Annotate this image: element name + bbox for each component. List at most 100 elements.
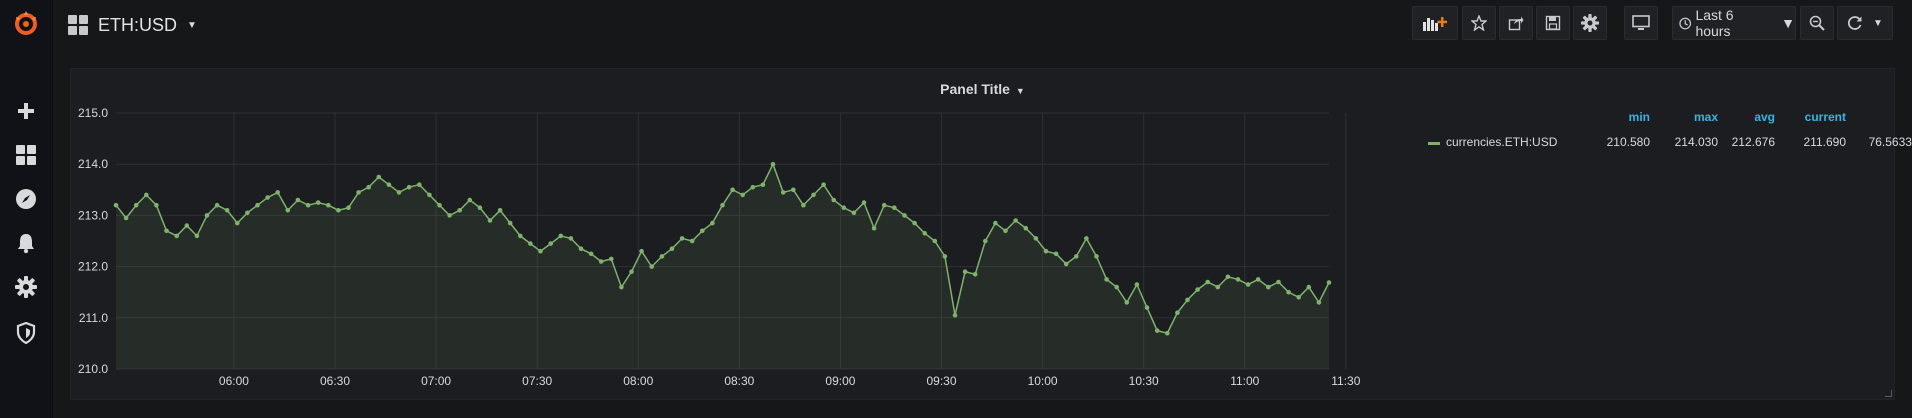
plus-icon[interactable]: [11, 96, 41, 126]
data-point: [962, 269, 968, 274]
data-point: [184, 223, 190, 228]
zoom-out-button[interactable]: [1800, 6, 1834, 40]
bell-icon[interactable]: [11, 228, 41, 258]
data-point: [497, 208, 503, 213]
time-range-picker[interactable]: Last 6 hours ▼: [1672, 6, 1796, 40]
caret-down-icon: ▼: [187, 19, 197, 31]
legend-max-value: 214.030: [1674, 135, 1718, 149]
add-panel-button[interactable]: [1412, 6, 1458, 40]
data-point: [1225, 274, 1231, 280]
data-point: [356, 190, 361, 195]
data-point: [366, 184, 372, 190]
grafana-logo-icon[interactable]: [11, 8, 41, 38]
x-tick-label: 08:30: [724, 374, 754, 388]
data-point: [315, 200, 321, 205]
data-point: [427, 192, 432, 198]
data-point: [689, 238, 695, 244]
data-point: [1084, 236, 1089, 241]
save-button[interactable]: [1536, 6, 1570, 40]
data-point: [770, 161, 776, 167]
data-point: [710, 220, 715, 226]
data-point: [568, 236, 574, 241]
sidebar: [0, 0, 53, 418]
y-tick-label: 212.0: [78, 260, 108, 274]
data-point: [336, 208, 341, 213]
data-point: [396, 190, 402, 195]
data-point: [305, 202, 311, 208]
data-point: [376, 174, 382, 180]
data-point: [1043, 248, 1049, 254]
legend-series-row[interactable]: currencies.ETH:USD 210.580 214.030 212.6…: [1418, 133, 1912, 153]
dashboards-grid-icon[interactable]: [11, 140, 41, 170]
legend-header-avg[interactable]: avg: [1754, 110, 1775, 124]
data-point: [740, 192, 745, 198]
data-point: [1124, 300, 1130, 305]
caret-down-icon[interactable]: ▼: [1873, 18, 1883, 29]
data-point: [801, 202, 806, 208]
data-point: [791, 187, 796, 193]
data-point: [1023, 225, 1029, 231]
data-point: [1104, 277, 1109, 282]
data-point: [1114, 284, 1119, 290]
panel-resize-handle[interactable]: [1885, 390, 1892, 397]
data-point: [1144, 305, 1150, 310]
data-point: [1185, 297, 1190, 303]
data-point: [518, 233, 523, 239]
data-point: [861, 200, 867, 205]
data-point: [932, 238, 938, 244]
data-point: [1296, 295, 1301, 300]
data-point: [841, 205, 847, 210]
data-point: [1195, 287, 1200, 292]
data-point: [406, 184, 412, 190]
legend-series-name[interactable]: currencies.ETH:USD: [1446, 135, 1557, 149]
data-point: [285, 208, 291, 213]
data-point: [487, 218, 493, 223]
line-chart[interactable]: 210.0 211.0 212.0 213.0 214.0 215.0 06:00 06:3…: [71, 69, 1371, 401]
gear-icon: [1581, 14, 1599, 32]
data-point: [174, 233, 179, 239]
refresh-button[interactable]: ▼: [1837, 6, 1893, 40]
data-point: [235, 220, 240, 226]
data-point: [457, 208, 463, 213]
series-color-swatch[interactable]: [1428, 142, 1440, 145]
gear-icon[interactable]: [11, 272, 41, 302]
data-point: [467, 197, 473, 203]
data-point: [831, 197, 836, 203]
data-point: [265, 195, 270, 200]
data-point: [851, 210, 857, 216]
data-point: [538, 248, 543, 254]
legend-header-min[interactable]: min: [1629, 110, 1650, 124]
data-point: [123, 215, 129, 221]
data-point: [346, 205, 351, 210]
legend-header-max[interactable]: max: [1694, 110, 1718, 124]
refresh-icon: [1848, 16, 1862, 30]
shield-icon[interactable]: [11, 318, 41, 348]
compass-icon[interactable]: [11, 184, 41, 214]
data-point: [1306, 284, 1312, 290]
star-icon: [1471, 15, 1487, 31]
data-point: [821, 182, 826, 187]
legend-header-current[interactable]: current: [1805, 110, 1846, 124]
data-point: [1074, 254, 1079, 259]
data-point: [194, 233, 200, 239]
data-point: [245, 210, 250, 216]
zoom-out-icon: [1809, 15, 1825, 31]
data-point: [639, 248, 644, 254]
data-point: [255, 202, 260, 208]
y-tick-label: 211.0: [79, 311, 108, 325]
x-tick-label: 07:30: [522, 374, 552, 388]
settings-button[interactable]: [1573, 6, 1607, 40]
data-point: [730, 187, 735, 193]
legend-avg-value: 212.676: [1731, 135, 1775, 149]
dashboard-picker[interactable]: ETH:USD ▼: [68, 10, 197, 40]
data-point: [1013, 218, 1018, 223]
y-tick-label: 210.0: [78, 362, 108, 376]
share-button[interactable]: [1499, 6, 1533, 40]
dashboards-grid-icon: [68, 15, 88, 35]
data-point: [1165, 330, 1170, 336]
tv-mode-button[interactable]: [1624, 6, 1658, 40]
data-point: [326, 202, 331, 208]
data-point: [750, 184, 756, 190]
data-point: [649, 264, 654, 269]
star-button[interactable]: [1462, 6, 1496, 40]
